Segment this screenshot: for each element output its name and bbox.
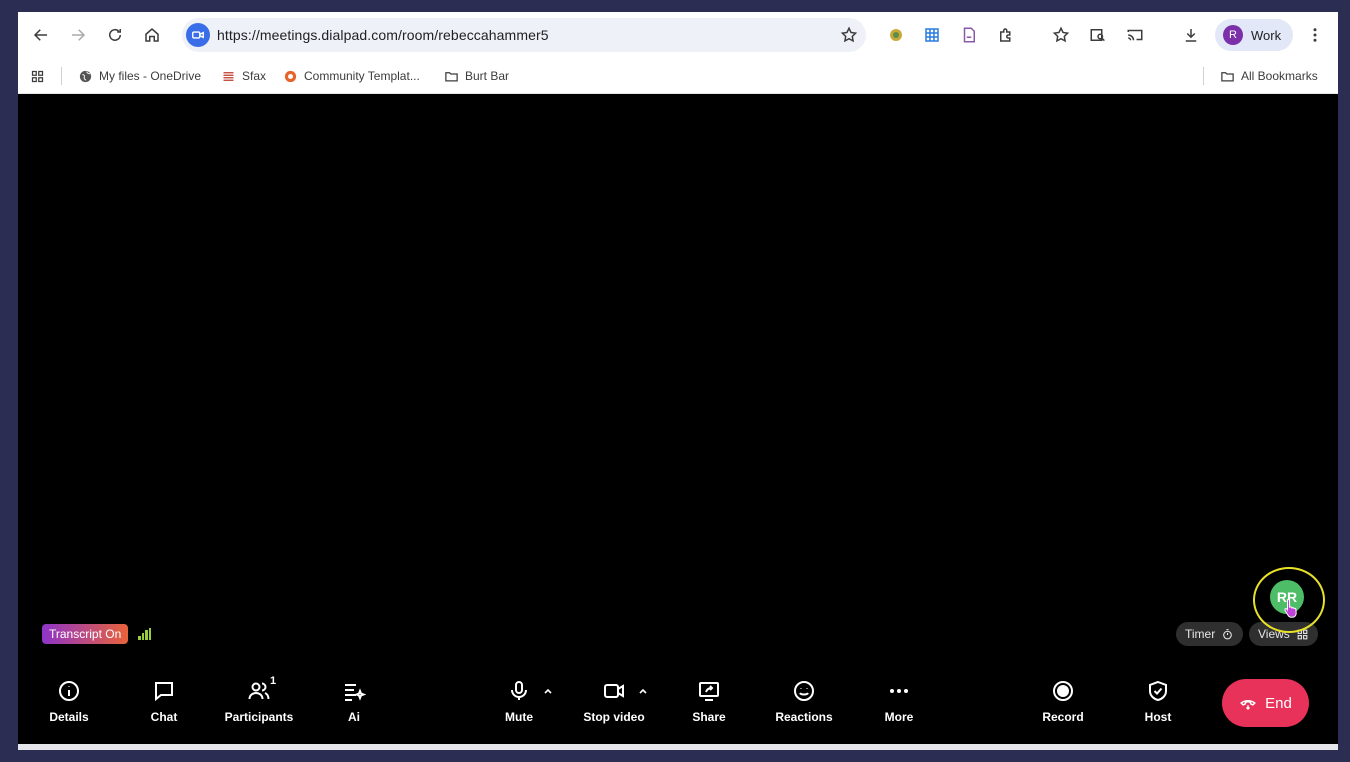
ai-label: Ai — [348, 710, 360, 724]
bookmark-label: My files - OneDrive — [99, 69, 202, 83]
search-tab-icon[interactable] — [1086, 23, 1110, 47]
participants-label: Participants — [224, 710, 294, 724]
bookmark-community-templates[interactable]: Community Templat... — [283, 66, 420, 86]
ai-button[interactable]: Ai — [309, 678, 399, 728]
microphone-icon — [511, 681, 527, 700]
record-button[interactable]: Record — [1018, 678, 1108, 728]
transcript-badge[interactable]: Transcript On — [42, 624, 129, 644]
share-label: Share — [692, 710, 726, 724]
end-call-button[interactable]: End — [1222, 679, 1309, 727]
end-label: End — [1265, 694, 1292, 712]
profile-label: Work — [1251, 27, 1282, 43]
all-bookmarks-label: All Bookmarks — [1241, 69, 1318, 83]
bottom-edge — [18, 744, 1338, 750]
record-label: Record — [1042, 710, 1084, 724]
more-label: More — [884, 710, 914, 724]
bookmarks-divider — [1203, 67, 1204, 85]
ai-sparkle-icon — [345, 684, 366, 701]
extension-globe-icon[interactable] — [884, 23, 908, 47]
bookmark-label: Community Templat... — [304, 69, 420, 83]
community-icon — [284, 70, 297, 82]
home-icon[interactable] — [140, 23, 164, 47]
host-button[interactable]: Host — [1113, 678, 1203, 728]
smiley-icon — [794, 681, 814, 701]
people-icon — [248, 682, 270, 700]
sfax-icon — [223, 71, 234, 81]
participants-count-badge: 1 — [270, 675, 277, 687]
timer-label: Timer — [1185, 627, 1216, 641]
extension-grid-icon[interactable] — [920, 23, 944, 47]
bookmark-star-icon[interactable] — [840, 26, 858, 44]
folder-icon — [1221, 71, 1234, 81]
details-button[interactable]: Details — [24, 678, 114, 728]
chat-label: Chat — [150, 710, 178, 724]
hand-cursor-icon — [1284, 598, 1297, 618]
reactions-button[interactable]: Reactions — [759, 678, 849, 728]
kebab-menu-icon[interactable] — [1303, 23, 1327, 47]
bookmark-label: Sfax — [242, 69, 267, 83]
share-button[interactable]: Share — [664, 678, 754, 728]
extensions-puzzle-icon[interactable] — [994, 23, 1018, 47]
more-dots-icon — [890, 689, 908, 693]
meeting-control-bar: Details Chat 1 Participants Ai Mute Stop… — [18, 664, 1338, 744]
forward-icon[interactable] — [66, 23, 90, 47]
chat-button[interactable]: Chat — [119, 678, 209, 728]
meeting-video-stage: Transcript On Timer Views RR — [18, 94, 1338, 664]
all-bookmarks[interactable]: All Bookmarks — [1220, 66, 1318, 86]
apps-grid-icon[interactable] — [30, 66, 51, 86]
bookmark-burt-bar[interactable]: Burt Bar — [444, 66, 509, 86]
site-favicon-icon — [186, 23, 210, 47]
profile-avatar: R — [1223, 25, 1243, 45]
bookmarks-star-icon[interactable] — [1049, 23, 1073, 47]
info-icon — [59, 681, 79, 701]
video-camera-icon — [604, 684, 624, 698]
video-options-chevron-icon[interactable] — [638, 686, 648, 696]
browser-toolbar: https://meetings.dialpad.com/room/rebecc… — [18, 12, 1338, 58]
bookmark-onedrive[interactable]: My files - OneDrive — [78, 66, 201, 86]
extension-pdf-icon[interactable] — [957, 23, 981, 47]
mute-label: Mute — [505, 710, 533, 724]
shield-check-icon — [1149, 680, 1167, 702]
browser-window: https://meetings.dialpad.com/room/rebecc… — [18, 12, 1338, 750]
chat-bubble-icon — [155, 682, 173, 702]
details-label: Details — [49, 710, 89, 724]
folder-icon — [445, 71, 458, 81]
address-bar[interactable]: https://meetings.dialpad.com/room/rebecc… — [182, 18, 866, 52]
url-text[interactable]: https://meetings.dialpad.com/room/rebecc… — [217, 27, 549, 43]
bookmark-label: Burt Bar — [465, 69, 510, 83]
bookmarks-bar: My files - OneDrive Sfax Community Templ… — [18, 58, 1338, 94]
participants-button[interactable]: 1 Participants — [214, 675, 304, 728]
cast-icon[interactable] — [1123, 23, 1147, 47]
bookmarks-divider — [61, 67, 62, 85]
bookmark-sfax[interactable]: Sfax — [221, 66, 266, 86]
back-icon[interactable] — [29, 23, 53, 47]
download-icon[interactable] — [1179, 23, 1203, 47]
profile-button[interactable]: R Work — [1215, 19, 1293, 51]
hang-up-phone-icon — [1240, 700, 1257, 711]
mic-options-chevron-icon[interactable] — [543, 686, 553, 696]
connection-signal-icon — [138, 628, 152, 640]
record-icon — [1053, 681, 1073, 701]
timer-button[interactable]: Timer — [1176, 622, 1244, 646]
globe-icon — [79, 70, 92, 82]
stop-video-label: Stop video — [583, 710, 645, 724]
reactions-label: Reactions — [775, 710, 833, 724]
host-label: Host — [1144, 710, 1172, 724]
screen-share-icon — [699, 682, 719, 701]
more-button[interactable]: More — [854, 678, 944, 728]
reload-icon[interactable] — [103, 23, 127, 47]
stopwatch-icon — [1223, 628, 1233, 639]
